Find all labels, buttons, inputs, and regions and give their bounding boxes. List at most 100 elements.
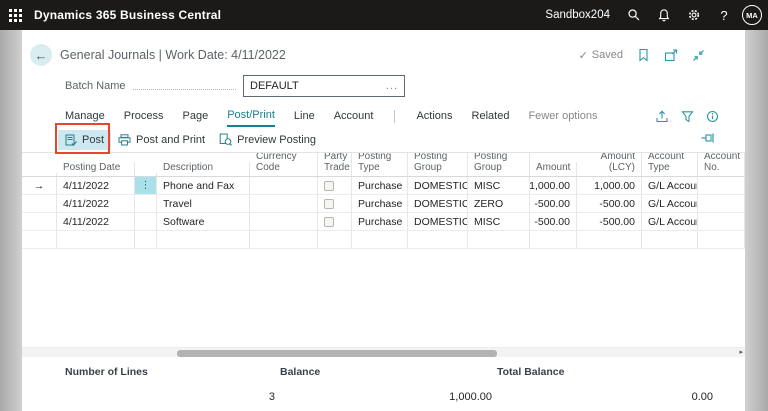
post-and-print-button[interactable]: Post and Print: [111, 130, 212, 150]
cell-row-menu[interactable]: [135, 231, 157, 248]
cell-amount[interactable]: -500.00: [530, 213, 577, 230]
cell-gen-prod-posting-group[interactable]: MISC: [468, 213, 530, 230]
cell-party-trade[interactable]: [318, 195, 352, 212]
user-avatar[interactable]: MA: [742, 5, 762, 25]
cell-selector[interactable]: [22, 195, 57, 212]
right-scroll-gutter[interactable]: [745, 30, 768, 411]
open-in-new-window-button[interactable]: [664, 48, 678, 62]
cell-bal-account-no[interactable]: [698, 195, 745, 212]
cell-gen-prod-posting-group[interactable]: ZERO: [468, 195, 530, 212]
cell-bal-account-type[interactable]: [642, 231, 698, 248]
party-trade-checkbox[interactable]: [324, 180, 334, 191]
page-info-button[interactable]: [706, 110, 719, 123]
cell-bal-account-no[interactable]: [698, 213, 745, 230]
column-header-party-trade[interactable]: Party Trade: [318, 153, 352, 176]
scroll-right-arrow-icon[interactable]: ▸: [739, 348, 743, 358]
cell-gen-prod-posting-group[interactable]: MISC: [468, 177, 530, 194]
column-header-bal-account-no[interactable]: Bal. Account No.: [698, 153, 745, 176]
column-header-gen-posting-type[interactable]: Gen. Posting Type: [352, 153, 408, 176]
column-header-posting-date[interactable]: Posting Date: [57, 162, 135, 176]
cell-description[interactable]: Travel: [157, 195, 250, 212]
cell-description[interactable]: Phone and Fax: [157, 177, 250, 194]
menu-tab-process[interactable]: Process: [124, 107, 164, 126]
menu-tab-manage[interactable]: Manage: [65, 107, 105, 126]
cell-gen-bus-posting-group[interactable]: DOMESTIC: [408, 213, 468, 230]
cell-posting-date[interactable]: [57, 231, 135, 248]
cell-gen-prod-posting-group[interactable]: [468, 231, 530, 248]
cell-party-trade[interactable]: [318, 231, 352, 248]
cell-gen-posting-type[interactable]: Purchase: [352, 213, 408, 230]
cell-currency-code[interactable]: [250, 213, 318, 230]
assist-edit-button[interactable]: ...: [386, 80, 404, 92]
cell-party-trade[interactable]: [318, 177, 352, 194]
cell-amount[interactable]: -500.00: [530, 195, 577, 212]
cell-currency-code[interactable]: [250, 231, 318, 248]
menu-tab-actions[interactable]: Actions: [416, 107, 452, 126]
row-menu-button[interactable]: ⋮: [135, 177, 157, 194]
column-header-amount-lcy[interactable]: Amount (LCY): [577, 153, 642, 176]
cell-amount-lcy[interactable]: -500.00: [577, 213, 642, 230]
horizontal-scrollbar[interactable]: ▸: [22, 347, 745, 357]
menu-tab-related[interactable]: Related: [472, 107, 510, 126]
preview-posting-button[interactable]: Preview Posting: [212, 129, 323, 150]
cell-row-menu[interactable]: [135, 195, 157, 212]
column-header-currency-code[interactable]: Currency Code: [250, 153, 318, 176]
column-header-amount[interactable]: Amount: [530, 162, 577, 176]
cell-gen-bus-posting-group[interactable]: DOMESTIC: [408, 177, 468, 194]
horizontal-scrollbar-thumb[interactable]: [177, 349, 497, 357]
pin-toolbar-button[interactable]: [700, 131, 715, 150]
active-row-arrow[interactable]: →: [22, 177, 57, 194]
column-header-selector[interactable]: [22, 173, 57, 176]
cell-description[interactable]: Software: [157, 213, 250, 230]
cell-bal-account-no[interactable]: [698, 177, 745, 194]
column-header-bal-account-type[interactable]: Bal. Account Type: [642, 153, 698, 176]
party-trade-checkbox[interactable]: [324, 216, 334, 227]
cell-amount[interactable]: [530, 231, 577, 248]
cell-currency-code[interactable]: [250, 177, 318, 194]
cell-gen-posting-type[interactable]: [352, 231, 408, 248]
cell-selector[interactable]: [22, 231, 57, 248]
cell-amount-lcy[interactable]: [577, 231, 642, 248]
cell-gen-bus-posting-group[interactable]: DOMESTIC: [408, 195, 468, 212]
fewer-options-button[interactable]: Fewer options: [528, 107, 597, 126]
post-button[interactable]: Post: [58, 129, 112, 150]
cell-bal-account-type[interactable]: G/L Account: [642, 195, 698, 212]
menu-tab-post-print[interactable]: Post/Print: [227, 106, 275, 127]
cell-posting-date[interactable]: 4/11/2022: [57, 195, 135, 212]
collapse-button[interactable]: [692, 49, 705, 62]
cell-gen-posting-type[interactable]: Purchase: [352, 177, 408, 194]
cell-amount[interactable]: 1,000.00: [530, 177, 577, 194]
cell-row-menu[interactable]: [135, 213, 157, 230]
party-trade-checkbox[interactable]: [324, 198, 334, 209]
column-header-row-menu[interactable]: [135, 173, 157, 176]
share-button[interactable]: [655, 110, 669, 123]
help-button[interactable]: ?: [712, 3, 736, 27]
cell-posting-date[interactable]: 4/11/2022: [57, 213, 135, 230]
cell-bal-account-no[interactable]: [698, 231, 745, 248]
menu-tab-account[interactable]: Account: [334, 107, 374, 126]
cell-posting-date[interactable]: 4/11/2022: [57, 177, 135, 194]
cell-party-trade[interactable]: [318, 213, 352, 230]
column-header-description[interactable]: Description: [157, 162, 250, 176]
cell-gen-posting-type[interactable]: Purchase: [352, 195, 408, 212]
cell-selector[interactable]: [22, 213, 57, 230]
column-header-gen-bus-posting-group[interactable]: Gen. Bus. Posting Group: [408, 153, 468, 176]
bookmark-button[interactable]: [637, 48, 650, 62]
batch-name-input[interactable]: DEFAULT ...: [243, 75, 405, 97]
cell-amount-lcy[interactable]: 1,000.00: [577, 177, 642, 194]
notifications-button[interactable]: [652, 3, 676, 27]
cell-bal-account-type[interactable]: G/L Account: [642, 213, 698, 230]
menu-tab-line[interactable]: Line: [294, 107, 315, 126]
app-launcher-button[interactable]: [0, 0, 30, 30]
cell-description[interactable]: [157, 231, 250, 248]
filter-button[interactable]: [681, 110, 694, 123]
settings-button[interactable]: [682, 3, 706, 27]
menu-tab-page[interactable]: Page: [183, 107, 209, 126]
search-button[interactable]: [622, 3, 646, 27]
cell-amount-lcy[interactable]: -500.00: [577, 195, 642, 212]
back-button[interactable]: ←: [30, 44, 52, 66]
cell-currency-code[interactable]: [250, 195, 318, 212]
cell-gen-bus-posting-group[interactable]: [408, 231, 468, 248]
cell-bal-account-type[interactable]: G/L Account: [642, 177, 698, 194]
column-header-gen-prod-posting-group[interactable]: Gen. Prod. Posting Group: [468, 153, 530, 176]
